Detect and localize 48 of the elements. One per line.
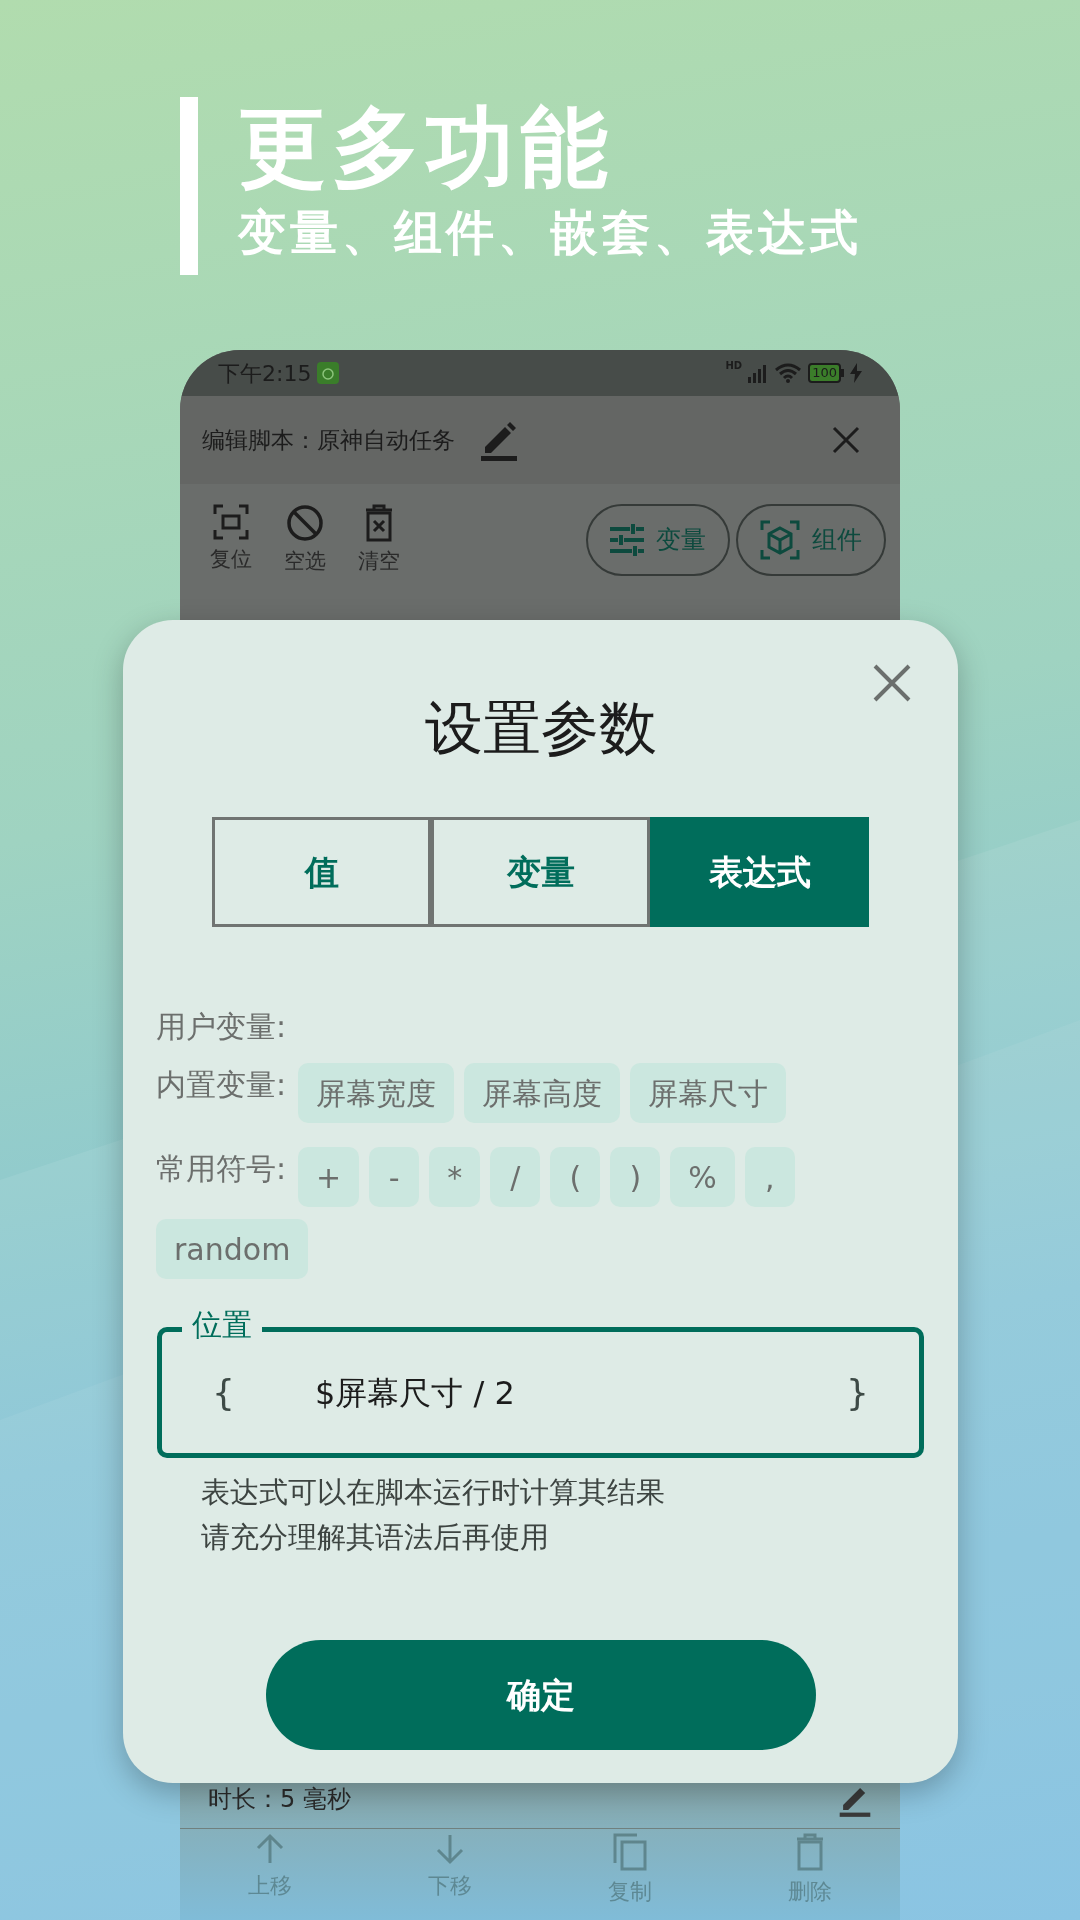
expression-value: $屏幕尺寸 / 2 — [314, 1372, 515, 1414]
copy-icon — [613, 1833, 647, 1871]
arrow-down-icon — [434, 1833, 466, 1865]
insert-chip[interactable]: 屏幕尺寸 — [630, 1063, 787, 1123]
toolbar-action[interactable]: 清空 — [358, 504, 400, 578]
tab[interactable]: 表达式 — [650, 817, 869, 927]
trash-icon — [364, 504, 394, 542]
help-text: 表达式可以在脚本运行时计算其结果 — [201, 1474, 666, 1511]
dialog-title: 设置参数 — [424, 693, 657, 764]
prohibited-icon — [286, 504, 324, 542]
insert-chip[interactable]: * — [429, 1147, 481, 1207]
insert-chip[interactable]: , — [744, 1147, 795, 1207]
toolbar-action[interactable]: 复位 — [210, 504, 252, 578]
symbols-label: 常用符号: — [156, 1150, 287, 1188]
insert-chip[interactable]: ( — [550, 1147, 601, 1207]
sliders-icon — [610, 524, 644, 556]
tab[interactable]: 值 — [212, 817, 431, 927]
frame-icon — [213, 504, 249, 540]
close-brace: } — [846, 1370, 869, 1415]
insert-chip[interactable]: 屏幕高度 — [464, 1063, 621, 1123]
confirm-button[interactable]: 确定 — [265, 1640, 816, 1750]
headline-title: 更多功能 — [238, 97, 615, 197]
insert-chip[interactable]: % — [670, 1147, 735, 1207]
help-text: 请充分理解其语法后再使用 — [201, 1519, 550, 1556]
insert-chip[interactable]: random — [156, 1219, 309, 1279]
duration-text: 时长：5 毫秒 — [208, 1783, 351, 1815]
app-bar-title: 编辑脚本：原神自动任务 — [202, 425, 455, 455]
wifi-icon — [774, 363, 803, 383]
charging-icon — [850, 363, 862, 383]
cube-icon — [760, 520, 800, 560]
close-icon[interactable] — [872, 663, 912, 703]
arrow-up-icon — [254, 1833, 286, 1865]
insert-chip[interactable]: - — [369, 1147, 420, 1207]
builtin-variables-label: 内置变量: — [156, 1066, 287, 1104]
insert-chip[interactable]: 屏幕宽度 — [298, 1063, 455, 1123]
trash-icon — [795, 1833, 825, 1871]
close-icon[interactable] — [832, 426, 860, 454]
insert-chip[interactable]: / — [490, 1147, 541, 1207]
insert-chip[interactable]: + — [298, 1147, 360, 1207]
signal-icon — [748, 363, 769, 383]
insert-chip[interactable]: ) — [610, 1147, 661, 1207]
user-variables-label: 用户变量: — [156, 1008, 288, 1046]
headline-subtitle: 变量、组件、嵌套、表达式 — [238, 203, 862, 262]
toolbar-action[interactable]: 空选 — [284, 504, 326, 578]
app-notification-icon — [317, 362, 340, 384]
open-brace: { — [212, 1370, 235, 1415]
tab[interactable]: 变量 — [431, 817, 650, 927]
battery-icon: 100 — [808, 363, 844, 383]
